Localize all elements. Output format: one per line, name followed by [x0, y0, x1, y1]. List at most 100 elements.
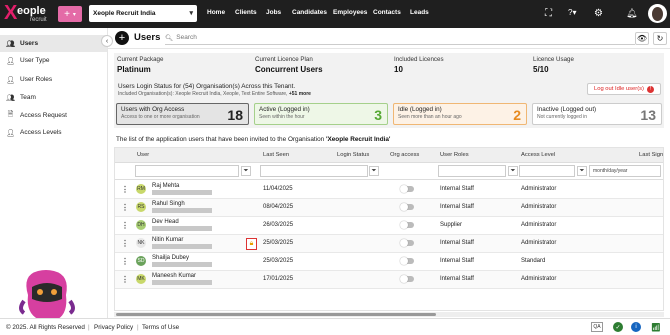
- filter-icon[interactable]: ⏷: [241, 166, 251, 176]
- sidebar-item-team[interactable]: 👥︎ Team: [0, 89, 107, 106]
- logout-idle-users-button[interactable]: Log out Idle user(s)!: [587, 83, 661, 95]
- column-last-sign[interactable]: Last Sign: [639, 152, 663, 158]
- redacted-email: [152, 280, 212, 285]
- table-row[interactable]: ⋮ NK Nitin Kumar 🔒︎ 25/03/2025 Internal …: [115, 235, 663, 253]
- org-access-toggle[interactable]: [400, 221, 414, 229]
- filter-icon[interactable]: ⏷: [369, 166, 379, 176]
- table-row[interactable]: ⋮ MK Maneesh Kumar 17/01/2025 Internal S…: [115, 271, 663, 289]
- row-menu-icon[interactable]: ⋮: [121, 221, 129, 230]
- card-subtitle: Seen within the hour: [259, 114, 305, 120]
- horizontal-scrollbar[interactable]: [114, 312, 664, 317]
- quick-add-button[interactable]: + ▾: [58, 6, 82, 22]
- nav-leads[interactable]: Leads: [410, 9, 429, 16]
- user-name[interactable]: Nitin Kumar: [152, 237, 183, 243]
- org-access-toggle[interactable]: [400, 257, 414, 265]
- sidebar-item-user-roles[interactable]: 👤︎ User Roles: [0, 71, 107, 88]
- user-name[interactable]: Rahul Singh: [152, 201, 185, 207]
- user-role: Internal Staff: [440, 240, 474, 246]
- card-org-access[interactable]: Users with Org Access Access to one or m…: [116, 103, 249, 125]
- settings-icon[interactable]: ⚙: [594, 8, 603, 19]
- lock-icon[interactable]: 🔒︎: [246, 238, 257, 250]
- search-placeholder: Search: [176, 34, 197, 41]
- table-row[interactable]: ⋮ RM Raj Mehta 11/04/2025 Internal Staff…: [115, 181, 663, 199]
- add-user-button[interactable]: +: [115, 31, 129, 45]
- user-name[interactable]: Maneesh Kumar: [152, 273, 196, 279]
- card-title: Inactive (Logged out): [537, 106, 597, 113]
- row-menu-icon[interactable]: ⋮: [121, 203, 129, 212]
- column-org-access[interactable]: Org access: [390, 152, 419, 158]
- row-menu-icon[interactable]: ⋮: [121, 239, 129, 248]
- row-menu-icon[interactable]: ⋮: [121, 275, 129, 284]
- card-active[interactable]: Active (Logged in) Seen within the hour …: [254, 103, 388, 125]
- column-access-level[interactable]: Access Level: [521, 152, 555, 158]
- package-label: Current Package: [117, 56, 164, 63]
- user-name[interactable]: Shailja Dubey: [152, 255, 189, 261]
- card-inactive[interactable]: Inactive (Logged out) Not currently logg…: [532, 103, 662, 125]
- column-login-status[interactable]: Login Status: [337, 152, 369, 158]
- redacted-email: [152, 244, 212, 249]
- org-access-toggle[interactable]: [400, 185, 414, 193]
- sidebar-item-label: Team: [20, 94, 36, 101]
- org-access-toggle[interactable]: [400, 275, 414, 283]
- user-roles-filter-input[interactable]: [438, 165, 506, 177]
- last-seen-filter-input[interactable]: [260, 165, 368, 177]
- logo-word: eople: [17, 5, 46, 17]
- user-role: Supplier: [440, 222, 463, 228]
- organisation-select[interactable]: Xeople Recruit India ▾: [89, 5, 197, 22]
- table-row[interactable]: ⋮ SD Shailja Dubey 25/03/2025 Internal S…: [115, 253, 663, 271]
- help-icon[interactable]: ?▾: [568, 8, 576, 17]
- column-user-roles[interactable]: User Roles: [440, 152, 469, 158]
- access-levels-icon: 👤︎: [6, 129, 15, 137]
- column-user[interactable]: User: [137, 152, 149, 158]
- nav-home[interactable]: Home: [207, 9, 225, 16]
- last-sign-date-filter[interactable]: month/day/year: [589, 165, 661, 177]
- access-request-icon: 🗎︎: [7, 111, 14, 118]
- org-access-toggle[interactable]: [400, 239, 414, 247]
- card-count: 2: [513, 107, 521, 123]
- nav-candidates[interactable]: Candidates: [292, 9, 327, 16]
- search-input[interactable]: 🔍︎ Search: [165, 31, 635, 45]
- access-level: Administrator: [521, 186, 557, 192]
- user-role: Internal Staff: [440, 204, 474, 210]
- sidebar-item-access-request[interactable]: 🗎︎ Access Request: [0, 107, 107, 124]
- user-name[interactable]: Raj Mehta: [152, 183, 179, 189]
- terms-of-use-link[interactable]: Terms of Use: [142, 324, 179, 331]
- user-type-icon: 👤︎: [6, 57, 15, 65]
- org-access-toggle[interactable]: [400, 203, 414, 211]
- collapse-sidebar-button[interactable]: ‹: [101, 35, 113, 47]
- access-level: Administrator: [521, 276, 557, 282]
- fullscreen-icon[interactable]: ⛶: [545, 8, 552, 19]
- nav-contacts[interactable]: Contacts: [373, 9, 401, 16]
- scrollbar-thumb[interactable]: [116, 313, 436, 316]
- filter-icon[interactable]: ⏷: [508, 166, 518, 176]
- info-icon[interactable]: i: [631, 322, 641, 332]
- row-menu-icon[interactable]: ⋮: [121, 185, 129, 194]
- more-orgs-link[interactable]: +51 more: [289, 91, 311, 97]
- avatar: MK: [136, 274, 146, 284]
- filter-row: ⏷ ⏷ ⏷ ⏷ month/day/year: [115, 163, 663, 180]
- sidebar-item-users[interactable]: 👥︎ Users: [0, 35, 107, 52]
- nav-jobs[interactable]: Jobs: [266, 9, 281, 16]
- user-name[interactable]: Dev Head: [152, 219, 179, 225]
- sidebar-item-user-type[interactable]: 👤︎ User Type: [0, 52, 107, 69]
- user-avatar[interactable]: [648, 4, 667, 23]
- card-idle[interactable]: Idle (Logged in) Seen more than an hour …: [393, 103, 527, 125]
- table-row[interactable]: ⋮ RS Rahul Singh 08/04/2025 Internal Sta…: [115, 199, 663, 217]
- view-icon[interactable]: 👁︎: [635, 32, 649, 45]
- access-level-filter-input[interactable]: [519, 165, 575, 177]
- filter-icon[interactable]: ⏷: [577, 166, 587, 176]
- redacted-email: [152, 190, 212, 195]
- user-filter-input[interactable]: [135, 165, 239, 177]
- nav-clients[interactable]: Clients: [235, 9, 257, 16]
- bell-icon[interactable]: 🔔︎: [626, 8, 637, 19]
- xeople-logo[interactable]: X eople recruit: [4, 2, 54, 26]
- privacy-policy-link[interactable]: Privacy Policy: [94, 324, 133, 331]
- column-last-seen[interactable]: Last Seen: [263, 152, 289, 158]
- check-icon[interactable]: ✓: [613, 322, 623, 332]
- refresh-icon[interactable]: ↻: [653, 32, 667, 45]
- redacted-email: [152, 226, 212, 231]
- sidebar-item-access-levels[interactable]: 👤︎ Access Levels: [0, 124, 107, 141]
- nav-employees[interactable]: Employees: [333, 9, 367, 16]
- table-row[interactable]: ⋮ DH Dev Head 26/03/2025 Supplier Admini…: [115, 217, 663, 235]
- row-menu-icon[interactable]: ⋮: [121, 257, 129, 266]
